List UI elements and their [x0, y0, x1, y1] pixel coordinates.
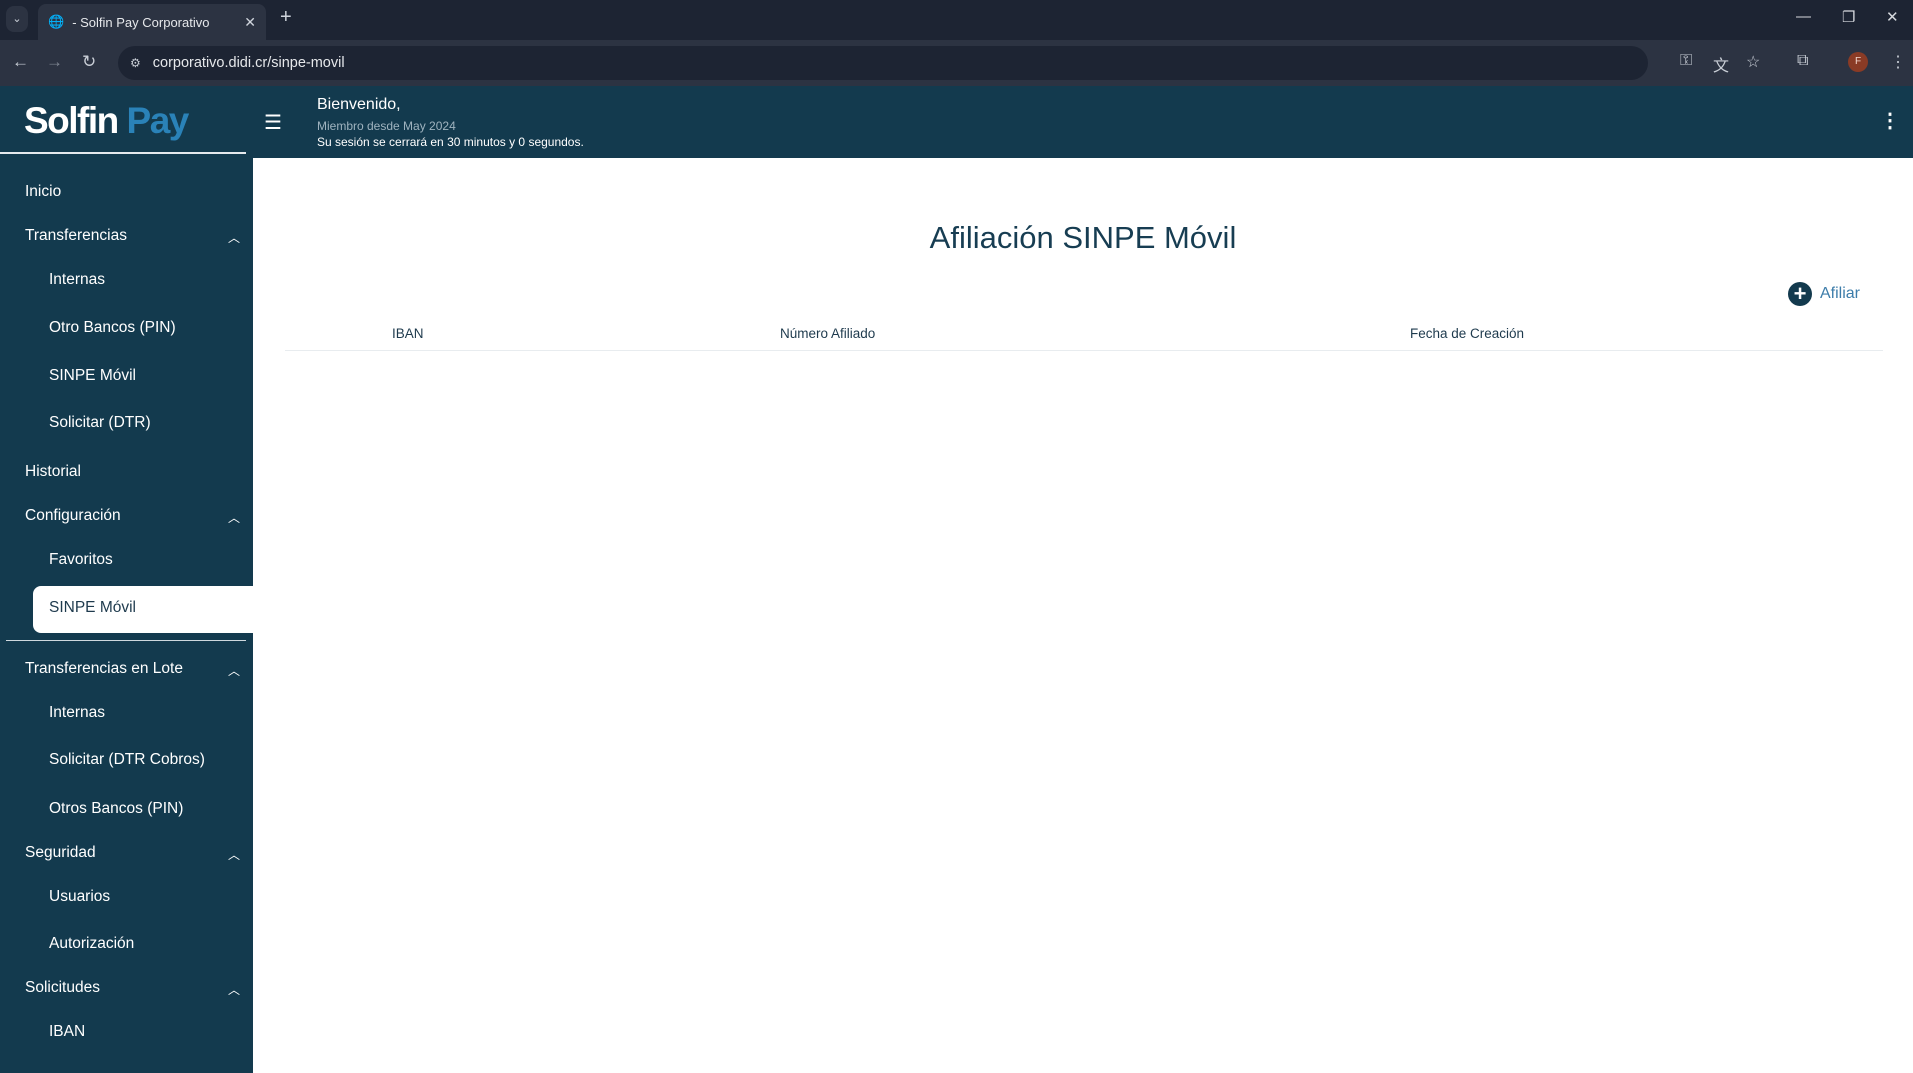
sidebar-item-transferencias[interactable]: Transferencias: [25, 227, 278, 245]
chevron-up-icon[interactable]: ︿: [228, 981, 240, 998]
profile-avatar[interactable]: F: [1848, 52, 1868, 72]
site-settings-icon[interactable]: ⚙: [130, 56, 141, 70]
sidebar-item-lote-otros-bancos[interactable]: Otros Bancos (PIN): [49, 800, 302, 818]
browser-tab[interactable]: 🌐 - Solfin Pay Corporativo ✕: [38, 4, 266, 40]
sidebar-item-configuracion[interactable]: Configuración: [25, 507, 278, 525]
column-header-iban: IBAN: [392, 326, 424, 341]
hamburger-menu-icon[interactable]: ☰: [264, 110, 282, 135]
address-bar[interactable]: ⚙ corporativo.didi.cr/sinpe-movil: [118, 46, 1648, 80]
forward-icon[interactable]: →: [46, 52, 63, 72]
table-header-divider: [285, 350, 1883, 351]
sidebar-item-favoritos[interactable]: Favoritos: [49, 551, 302, 569]
column-header-fecha-creacion: Fecha de Creación: [1410, 326, 1525, 341]
member-since: Miembro desde May 2024: [317, 119, 456, 133]
reload-icon[interactable]: ↻: [82, 52, 96, 72]
column-header-numero-afiliado: Número Afiliado: [780, 326, 876, 341]
sidebar-item-transferencias-lote[interactable]: Transferencias en Lote: [25, 660, 278, 678]
afiliar-label: Afiliar: [1820, 285, 1861, 302]
sidebar-item-inicio[interactable]: Inicio: [25, 183, 278, 201]
afiliar-button[interactable]: + Afiliar: [1788, 282, 1860, 306]
chevron-up-icon[interactable]: ︿: [228, 229, 240, 246]
solfin-pay-logo: Solfin Pay: [24, 100, 189, 141]
translate-icon[interactable]: 文: [1713, 52, 1729, 76]
extensions-icon[interactable]: ⧉: [1797, 52, 1808, 70]
welcome-text: Bienvenido,: [317, 96, 401, 113]
sidebar-item-internas[interactable]: Internas: [49, 271, 302, 289]
close-tab-icon[interactable]: ✕: [244, 14, 256, 31]
globe-icon: 🌐: [48, 14, 65, 29]
sidebar-item-usuarios[interactable]: Usuarios: [49, 888, 302, 906]
tab-title: - Solfin Pay Corporativo: [72, 14, 210, 30]
session-timer: Su sesión se cerrará en 30 minutos y 0 s…: [317, 135, 584, 149]
chevron-up-icon[interactable]: ︿: [228, 846, 240, 863]
sidebar-item-iban[interactable]: IBAN: [49, 1023, 302, 1041]
close-window-button[interactable]: ✕: [1886, 8, 1899, 26]
page-title: Afiliación SINPE Móvil: [929, 220, 1237, 255]
sidebar-item-otros-bancos[interactable]: Otro Bancos (PIN): [49, 319, 302, 337]
sidebar-item-solicitar-dtr[interactable]: Solicitar (DTR): [49, 414, 302, 432]
divider: [6, 640, 246, 641]
new-tab-button[interactable]: +: [280, 6, 292, 29]
browser-menu-icon[interactable]: ⋮: [1890, 52, 1906, 72]
sidebar-item-solicitudes[interactable]: Solicitudes: [25, 979, 278, 997]
sidebar-item-lote-internas[interactable]: Internas: [49, 704, 302, 722]
more-options-icon[interactable]: ⋮: [1880, 108, 1900, 133]
chevron-up-icon[interactable]: ︿: [228, 662, 240, 679]
plus-circle-icon: +: [1788, 282, 1812, 306]
sidebar-item-autorizacion[interactable]: Autorización: [49, 935, 302, 953]
app-header: [0, 86, 1913, 158]
tab-search-button[interactable]: ⌄: [6, 6, 28, 32]
sidebar-item-seguridad[interactable]: Seguridad: [25, 844, 278, 862]
sidebar-item-historial[interactable]: Historial: [25, 463, 278, 481]
sidebar-item-sinpe-movil[interactable]: SINPE Móvil: [49, 367, 302, 385]
minimize-button[interactable]: —: [1796, 8, 1811, 25]
sidebar-item-lote-dtr-cobros[interactable]: Solicitar (DTR Cobros): [49, 751, 302, 769]
url-text[interactable]: corporativo.didi.cr/sinpe-movil: [153, 55, 345, 71]
star-icon[interactable]: ☆: [1746, 52, 1760, 72]
divider: [0, 152, 246, 154]
sidebar-item-label[interactable]: SINPE Móvil: [49, 599, 136, 617]
back-icon[interactable]: ←: [12, 52, 29, 72]
key-icon[interactable]: ⚿: [1680, 52, 1692, 70]
restore-button[interactable]: ❐: [1842, 8, 1855, 26]
chevron-up-icon[interactable]: ︿: [228, 509, 240, 526]
